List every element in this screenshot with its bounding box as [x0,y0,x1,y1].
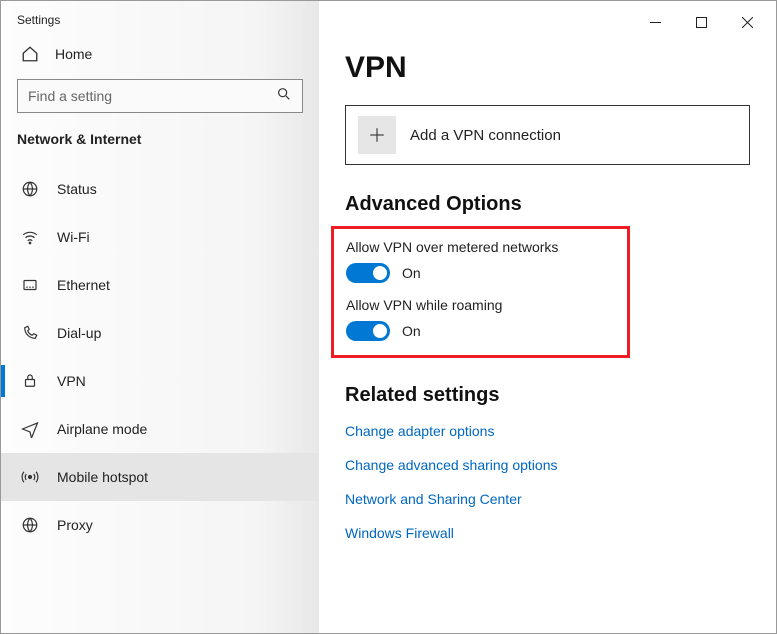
add-vpn-label: Add a VPN connection [410,127,561,144]
ethernet-icon [21,276,39,294]
sidebar-item-wifi[interactable]: Wi-Fi [1,213,319,261]
sidebar-item-label: Dial-up [57,325,101,341]
related-settings-header: Related settings [345,384,750,407]
option-roaming-label: Allow VPN while roaming [346,297,615,313]
advanced-options-header: Advanced Options [345,193,750,216]
window-controls [632,7,770,37]
sidebar-item-label: Ethernet [57,277,110,293]
toggle-metered-state: On [402,265,421,281]
toggle-roaming[interactable] [346,321,390,341]
sidebar-item-label: Mobile hotspot [57,469,148,485]
proxy-icon [21,516,39,534]
option-metered-label: Allow VPN over metered networks [346,239,615,255]
status-icon [21,180,39,198]
toggle-roaming-state: On [402,323,421,339]
main-content: VPN Add a VPN connection Advanced Option… [319,1,776,633]
search-field[interactable] [28,88,276,104]
link-sharing-options[interactable]: Change advanced sharing options [345,457,750,473]
home-icon [21,45,39,63]
close-button[interactable] [724,7,770,37]
wifi-icon [21,228,39,246]
link-firewall[interactable]: Windows Firewall [345,525,750,541]
highlighted-region: Allow VPN over metered networks On Allow… [331,226,630,358]
vpn-icon [21,372,39,390]
sidebar: Settings Home Network & Internet Status [1,1,319,633]
sidebar-item-vpn[interactable]: VPN [1,357,319,405]
sidebar-item-dialup[interactable]: Dial-up [1,309,319,357]
sidebar-item-label: Status [57,181,97,197]
hotspot-icon [21,468,39,486]
airplane-icon [21,420,39,438]
sidebar-item-proxy[interactable]: Proxy [1,501,319,549]
add-vpn-button[interactable]: Add a VPN connection [345,105,750,165]
related-links: Change adapter options Change advanced s… [345,423,750,541]
sidebar-item-label: Airplane mode [57,421,147,437]
sidebar-item-label: Proxy [57,517,93,533]
sidebar-item-status[interactable]: Status [1,165,319,213]
sidebar-nav: Status Wi-Fi Ethernet Dial-up VPN Airpla… [1,165,319,549]
sidebar-item-label: VPN [57,373,86,389]
section-label: Network & Internet [1,125,319,165]
sidebar-item-airplane[interactable]: Airplane mode [1,405,319,453]
plus-icon [358,116,396,154]
home-label: Home [55,46,92,62]
page-title: VPN [345,51,750,85]
minimize-button[interactable] [632,7,678,37]
maximize-button[interactable] [678,7,724,37]
link-network-center[interactable]: Network and Sharing Center [345,491,750,507]
home-button[interactable]: Home [1,35,319,73]
sidebar-item-label: Wi-Fi [57,229,90,245]
option-metered: Allow VPN over metered networks On [346,239,615,283]
link-adapter-options[interactable]: Change adapter options [345,423,750,439]
search-icon [276,86,292,107]
sidebar-item-hotspot[interactable]: Mobile hotspot [1,453,319,501]
option-roaming: Allow VPN while roaming On [346,297,615,341]
dialup-icon [21,324,39,342]
toggle-metered[interactable] [346,263,390,283]
sidebar-item-ethernet[interactable]: Ethernet [1,261,319,309]
search-input[interactable] [17,79,303,113]
window-title: Settings [1,1,319,35]
